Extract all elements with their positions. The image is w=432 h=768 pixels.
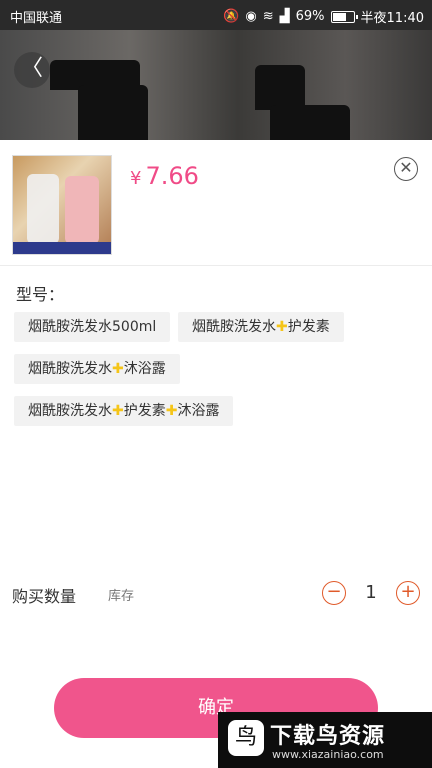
spec-label: 型号：	[16, 285, 65, 304]
status-icons: 🔕 ◉ ≋ ▟ 69% 半夜11:40	[223, 7, 424, 26]
carrier-name: 中国联通	[10, 11, 63, 26]
spec-option[interactable]: 烟酰胺洗发水✚沐浴露	[14, 354, 180, 384]
plus-separator-icon: ✚	[276, 319, 288, 335]
mute-icon: 🔕	[223, 9, 240, 24]
spec-option[interactable]: 烟酰胺洗发水500ml	[14, 312, 171, 342]
spec-option-text: 烟酰胺洗发水	[28, 361, 112, 377]
decrease-quantity-button[interactable]: −	[322, 581, 346, 605]
plus-separator-icon: ✚	[112, 403, 124, 419]
signal-icon: ▟	[279, 9, 290, 24]
spec-option[interactable]: 烟酰胺洗发水✚护发素✚沐浴露	[14, 396, 234, 426]
chevron-left-icon: 〈	[20, 56, 43, 81]
spec-option-text: 烟酰胺洗发水	[28, 403, 112, 419]
spec-option-text: 护发素	[287, 319, 330, 335]
wifi-icon: ≋	[262, 9, 274, 24]
product-price: ¥7.66	[130, 162, 199, 190]
stock-label: 库存	[108, 589, 135, 604]
currency-symbol: ¥	[130, 168, 142, 189]
close-button[interactable]: ✕	[394, 157, 418, 181]
back-button[interactable]: 〈	[14, 52, 50, 88]
clock: 半夜11:40	[360, 11, 424, 26]
spec-option[interactable]: 烟酰胺洗发水✚护发素	[178, 312, 344, 342]
battery-percent: 69%	[295, 9, 325, 24]
price-value: 7.66	[145, 162, 199, 190]
status-bar: 中国联通 🔕 ◉ ≋ ▟ 69% 半夜11:40	[0, 0, 432, 30]
bird-logo-icon: 鸟	[228, 720, 264, 756]
battery-icon	[330, 10, 358, 23]
eye-icon: ◉	[245, 9, 257, 24]
plus-separator-icon: ✚	[165, 403, 178, 419]
watermark-title: 下载鸟资源	[270, 724, 386, 749]
quantity-value: 1	[365, 582, 377, 603]
increase-quantity-button[interactable]: +	[396, 581, 420, 605]
spec-option-text: 护发素	[123, 403, 166, 419]
close-icon: ✕	[399, 158, 413, 177]
site-watermark: 鸟 下载鸟资源 www.xiazainiao.com	[218, 712, 432, 768]
divider	[0, 265, 432, 266]
spec-option-text: 沐浴露	[177, 403, 220, 419]
product-thumbnail	[12, 155, 112, 255]
plus-separator-icon: ✚	[112, 361, 124, 377]
minus-icon: −	[326, 581, 342, 602]
watermark-url: www.xiazainiao.com	[272, 748, 384, 761]
sku-selection-sheet: ¥7.66 ✕ 型号： 烟酰胺洗发水500ml 烟酰胺洗发水✚护发素 烟酰胺洗发…	[0, 140, 432, 768]
plus-icon: +	[400, 581, 416, 602]
spec-option-text: 烟酰胺洗发水500ml	[28, 319, 157, 335]
spec-option-text: 烟酰胺洗发水	[192, 319, 276, 335]
product-photo-background	[0, 30, 432, 140]
quantity-label: 购买数量	[12, 587, 77, 606]
spec-option-text: 沐浴露	[123, 361, 166, 377]
